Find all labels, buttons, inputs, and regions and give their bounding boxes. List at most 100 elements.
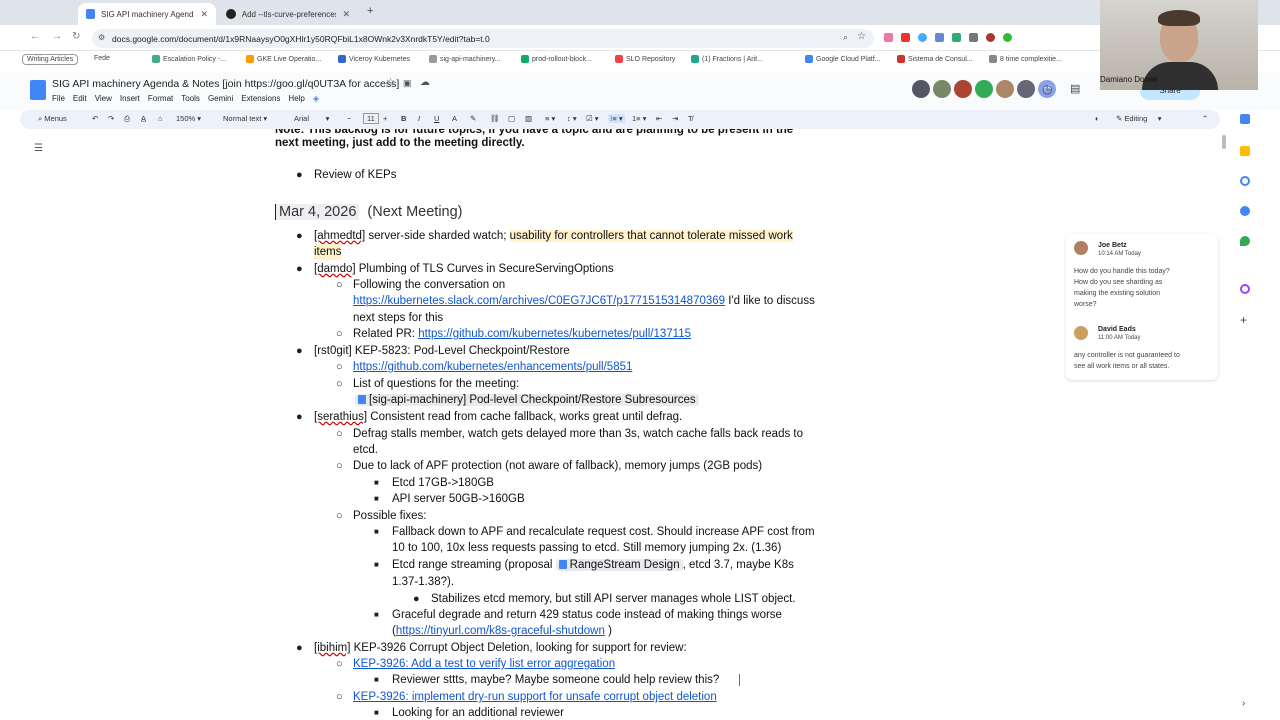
redo-icon[interactable]: ↷ [108, 114, 114, 123]
print-icon[interactable]: ⎙ [124, 114, 130, 124]
bold-icon[interactable]: B [401, 114, 406, 123]
menu-format[interactable]: Format [148, 94, 173, 103]
font-size-decrease[interactable]: − [347, 114, 351, 123]
chevron-right-icon[interactable]: › [1242, 698, 1245, 709]
forward-icon[interactable]: → [52, 31, 62, 42]
bookmark-item[interactable]: GKE Live Operatio... [246, 55, 321, 63]
bookmark-item[interactable]: sig-api-machinery... [429, 55, 501, 63]
back-icon[interactable]: ← [30, 31, 40, 42]
menu-edit[interactable]: Edit [73, 94, 87, 103]
link-icon[interactable]: ⛓ [490, 114, 500, 123]
font-size-input[interactable]: 11 [363, 113, 379, 124]
new-tab-button[interactable]: + [367, 5, 373, 17]
scrollbar[interactable] [1222, 135, 1226, 149]
cloud-status-icon[interactable]: ☁ [420, 77, 430, 88]
clear-format-icon[interactable]: T̸ [688, 114, 693, 123]
site-info-icon[interactable]: ⚙ [98, 33, 105, 42]
line-spacing-icon[interactable]: ↕ ▾ [567, 114, 577, 123]
mode-select[interactable]: ✎ Editing ▾ [1116, 114, 1162, 123]
tasks-icon[interactable] [1240, 176, 1250, 186]
document-canvas[interactable]: ☰ Note: This backlog is for future topic… [20, 129, 1228, 720]
enhancements-link[interactable]: https://github.com/kubernetes/enhancemen… [353, 359, 632, 375]
bookmark-item[interactable]: Viceroy Kubernetes [338, 55, 410, 63]
bookmark-item[interactable]: prod-rollout-block... [521, 55, 592, 63]
move-icon[interactable]: ▣ [403, 78, 412, 89]
gemini-icon[interactable]: ◈ [313, 94, 319, 103]
damdo-sub-2: Related PR: https://github.com/kubernete… [353, 328, 691, 340]
italic-icon[interactable]: I [418, 114, 420, 123]
history-icon[interactable]: ◷ [1042, 82, 1052, 96]
comment-icon[interactable]: ▢ [508, 114, 515, 123]
paint-format-icon[interactable]: ⌂ [158, 114, 163, 123]
avatar[interactable] [975, 80, 993, 98]
bookmark-item[interactable]: (1) Fractions | Arit... [691, 55, 763, 63]
image-icon[interactable]: ▨ [525, 114, 532, 123]
keep-icon[interactable] [1240, 146, 1250, 156]
close-icon[interactable]: ✕ [200, 9, 208, 20]
rangestream-chip[interactable]: RangeStream Design [555, 559, 683, 571]
undo-icon[interactable]: ↶ [92, 114, 98, 123]
docs-logo-icon[interactable] [30, 80, 46, 100]
menu-file[interactable]: File [52, 94, 65, 103]
doc-title[interactable]: SIG API machinery Agenda & Notes [join h… [52, 78, 399, 90]
bookmark-item[interactable]: Escalation Policy -... [152, 55, 226, 63]
date-chip[interactable]: Mar 4, 2026 [275, 204, 360, 220]
kep-3926-dryrun-link[interactable]: KEP-3926: implement dry-run support for … [353, 689, 717, 705]
star-icon[interactable]: ☆ [857, 31, 866, 42]
font-select[interactable]: Arial ▾ [294, 114, 329, 123]
tab-sig-api-agenda[interactable]: SIG API machinery Agenda & ✕ [78, 3, 216, 25]
bookmark-item[interactable]: Google Cloud Platf... [805, 55, 881, 63]
reload-icon[interactable]: ↻ [72, 31, 80, 42]
numbered-list-icon[interactable]: 1≡ ▾ [632, 114, 646, 123]
spellcheck-icon[interactable]: A̲ [141, 114, 146, 123]
comments-icon[interactable]: ▤ [1070, 82, 1080, 95]
style-select[interactable]: Normal text ▾ [223, 114, 267, 123]
avatar[interactable] [1017, 80, 1035, 98]
calendar-icon[interactable] [1240, 114, 1250, 124]
outline-icon[interactable]: ☰ [34, 143, 43, 154]
menu-insert[interactable]: Insert [120, 94, 140, 103]
underline-icon[interactable]: U [434, 114, 439, 123]
comment-thread[interactable]: Joe Betz 10:14 AM Today How do you handl… [1066, 234, 1218, 380]
bookmark-item[interactable]: Fede [94, 55, 110, 62]
addon-icon[interactable] [1240, 284, 1250, 294]
increase-indent-icon[interactable]: ⇥ [672, 114, 678, 123]
avatar[interactable] [996, 80, 1014, 98]
highlight-icon[interactable]: ✎ [470, 114, 476, 123]
github-pr-link[interactable]: https://github.com/kubernetes/kubernetes… [418, 328, 691, 340]
zoom-select[interactable]: 150% ▾ [176, 114, 201, 123]
bookmark-item[interactable]: SLO Repository [615, 55, 675, 63]
graceful-shutdown-link[interactable]: https://tinyurl.com/k8s-graceful-shutdow… [396, 625, 605, 637]
menu-tools[interactable]: Tools [181, 94, 200, 103]
bookmark-item[interactable]: 8 time complexitie... [989, 55, 1062, 63]
text-color-icon[interactable]: A [452, 114, 457, 123]
search-icon[interactable]: ⌕ [843, 32, 848, 43]
decrease-indent-icon[interactable]: ⇤ [656, 114, 662, 123]
tab-tls-curve[interactable]: Add --tls-curve-preferences ✕ [218, 3, 358, 25]
questions-doc-chip[interactable]: [sig-api-machinery] Pod-level Checkpoint… [355, 392, 699, 408]
bookmark-item[interactable]: Writing Articles [22, 54, 79, 65]
align-icon[interactable]: ≡ ▾ [545, 114, 555, 123]
bookmark-item[interactable]: Sistema de Consul... [897, 55, 973, 63]
font-size-increase[interactable]: + [383, 114, 387, 123]
ai-icon[interactable]: ◐ [1095, 114, 1100, 123]
star-icon[interactable]: ☆ [386, 77, 395, 88]
menu-help[interactable]: Help [288, 94, 304, 103]
bulleted-list-icon[interactable]: ⁝≡ ▾ [608, 114, 625, 123]
avatar[interactable] [933, 80, 951, 98]
add-icon[interactable]: + [1240, 313, 1247, 327]
search-menus[interactable]: ⌕ Menus [38, 114, 67, 124]
slack-link[interactable]: https://kubernetes.slack.com/archives/C0… [353, 295, 725, 307]
avatar[interactable] [954, 80, 972, 98]
menu-view[interactable]: View [95, 94, 112, 103]
contacts-icon[interactable] [1240, 206, 1250, 216]
menu-gemini[interactable]: Gemini [208, 94, 233, 103]
collapse-icon[interactable]: ⌃ [1202, 114, 1208, 123]
menu-extensions[interactable]: Extensions [241, 94, 280, 103]
kep-3926-test-link[interactable]: KEP-3926: Add a test to verify list erro… [353, 656, 615, 672]
close-icon[interactable]: ✕ [342, 9, 350, 20]
maps-icon[interactable] [1240, 236, 1250, 246]
avatar[interactable] [912, 80, 930, 98]
checklist-icon[interactable]: ☑ ▾ [586, 114, 599, 123]
url-input[interactable]: ⚙ docs.google.com/document/d/1x9RNaaysyO… [92, 29, 874, 48]
